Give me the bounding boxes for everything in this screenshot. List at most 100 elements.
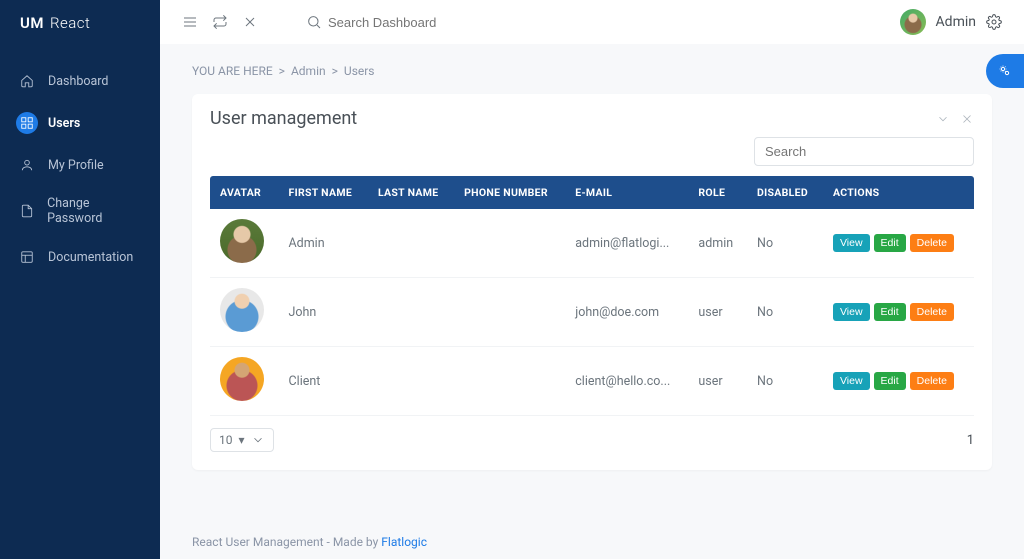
sidebar-nav: Dashboard Users My Profile Change Password D… [0,60,160,278]
table-header[interactable]: LAST NAME [368,176,454,209]
view-button[interactable]: View [833,234,870,252]
table-row: Johnjohn@doe.comuserNoViewEditDelete [210,278,974,347]
sidebar-item-label: My Profile [48,158,104,173]
table-row: Admin admin@flatlogi...adminNo ViewEditDel… [210,209,974,278]
logo-bold: UM [20,14,44,32]
layout-icon [16,246,38,268]
sidebar-item-label: Users [48,116,80,131]
table-header[interactable]: PHONE NUMBER [454,176,565,209]
row-actions: ViewEditDelete [833,372,964,390]
content: YOU ARE HERE > Admin > Users User manage… [160,44,1024,559]
caret-down-icon: ▾ [239,433,245,447]
sidebar-item-label: Dashboard [48,74,108,89]
breadcrumb: YOU ARE HERE > Admin > Users [192,64,992,78]
logo-light: React [50,14,90,32]
edit-button[interactable]: Edit [874,234,906,252]
table-search-input[interactable] [754,137,974,166]
cell-disabled: No [747,209,823,278]
cell-first-name: John [279,278,368,347]
chevron-down-icon [251,433,265,447]
close-icon[interactable] [242,14,258,30]
topbar-left [182,14,258,30]
cell-last-name [368,347,454,416]
avatar[interactable] [900,9,926,35]
footer-text: React User Management - Made by Flatlogi… [192,535,427,549]
table-header[interactable]: FIRST NAME [279,176,368,209]
file-icon [16,200,37,222]
table-footer: 10 ▾ 1 [210,428,974,452]
sidebar-item-label: Change Password [47,196,144,226]
cell-phone [454,209,565,278]
table-header[interactable]: ROLE [688,176,747,209]
avatar [220,288,264,332]
table-header[interactable]: AVATAR [210,176,279,209]
search-wrap [306,14,528,30]
panel: User management AVATARFIRST NAMELAST NAM… [192,94,992,470]
collapse-icon[interactable] [936,112,950,126]
sidebar-item-label: Documentation [48,250,133,265]
cell-disabled: No [747,278,823,347]
grid-icon [16,112,38,134]
view-button[interactable]: View [833,372,870,390]
users-table: AVATARFIRST NAMELAST NAMEPHONE NUMBERE-M… [210,176,974,416]
table-row: Clientclient@hello.co...userNoViewEditDe… [210,347,974,416]
cell-first-name: Client [279,347,368,416]
delete-button[interactable]: Delete [910,372,954,390]
page-number: 1 [967,433,974,448]
view-button[interactable]: View [833,303,870,321]
cell-last-name [368,278,454,347]
delete-button[interactable]: Delete [910,303,954,321]
table-header[interactable]: ACTIONS [823,176,974,209]
table-header[interactable]: DISABLED [747,176,823,209]
refresh-icon[interactable] [212,14,228,30]
edit-button[interactable]: Edit [874,303,906,321]
sidebar-item-my-profile[interactable]: My Profile [0,144,160,186]
breadcrumb-item[interactable]: Admin [291,64,326,78]
table-header[interactable]: E-MAIL [565,176,688,209]
search-icon [306,14,322,30]
logo: UM React [0,14,160,44]
page-size-select[interactable]: 10 ▾ [210,428,274,452]
delete-button[interactable]: Delete [910,234,954,252]
cell-email: client@hello.co... [565,347,688,416]
theme-settings-fab[interactable] [986,54,1024,88]
close-panel-icon[interactable] [960,112,974,126]
panel-header: User management [210,108,974,129]
avatar [220,219,264,263]
footer-prefix: React User Management - Made by [192,535,381,549]
row-actions: ViewEditDelete [833,234,964,252]
topbar: Admin [160,0,1024,44]
sidebar-item-documentation[interactable]: Documentation [0,236,160,278]
panel-tools [936,112,974,126]
sidebar-item-change-password[interactable]: Change Password [0,186,160,236]
user-name: Admin [936,14,976,30]
cell-first-name: Admin [279,209,368,278]
cell-last-name [368,209,454,278]
edit-button[interactable]: Edit [874,372,906,390]
avatar [220,357,264,401]
home-icon [16,70,38,92]
cell-email: admin@flatlogi... [565,209,688,278]
cell-phone [454,278,565,347]
sidebar: UM React Dashboard Users My Profile Change … [0,0,160,559]
settings-icon[interactable] [986,14,1002,30]
cell-disabled: No [747,347,823,416]
footer-link[interactable]: Flatlogic [381,535,427,549]
cell-role: admin [688,209,747,278]
topbar-right: Admin [900,9,1002,35]
table-header-row: AVATARFIRST NAMELAST NAMEPHONE NUMBERE-M… [210,176,974,209]
menu-icon[interactable] [182,14,198,30]
sidebar-item-users[interactable]: Users [0,102,160,144]
panel-title: User management [210,108,357,129]
breadcrumb-sep: > [279,64,285,78]
breadcrumb-prefix: YOU ARE HERE [192,64,273,78]
user-icon [16,154,38,176]
cell-email: john@doe.com [565,278,688,347]
row-actions: ViewEditDelete [833,303,964,321]
table-body: Adminadmin@flatlogi...adminNoViewEditDel… [210,209,974,416]
sidebar-item-dashboard[interactable]: Dashboard [0,60,160,102]
search-input[interactable] [328,15,528,30]
breadcrumb-sep: > [332,64,338,78]
page-size-value: 10 [219,433,233,447]
breadcrumb-item[interactable]: Users [344,64,375,78]
